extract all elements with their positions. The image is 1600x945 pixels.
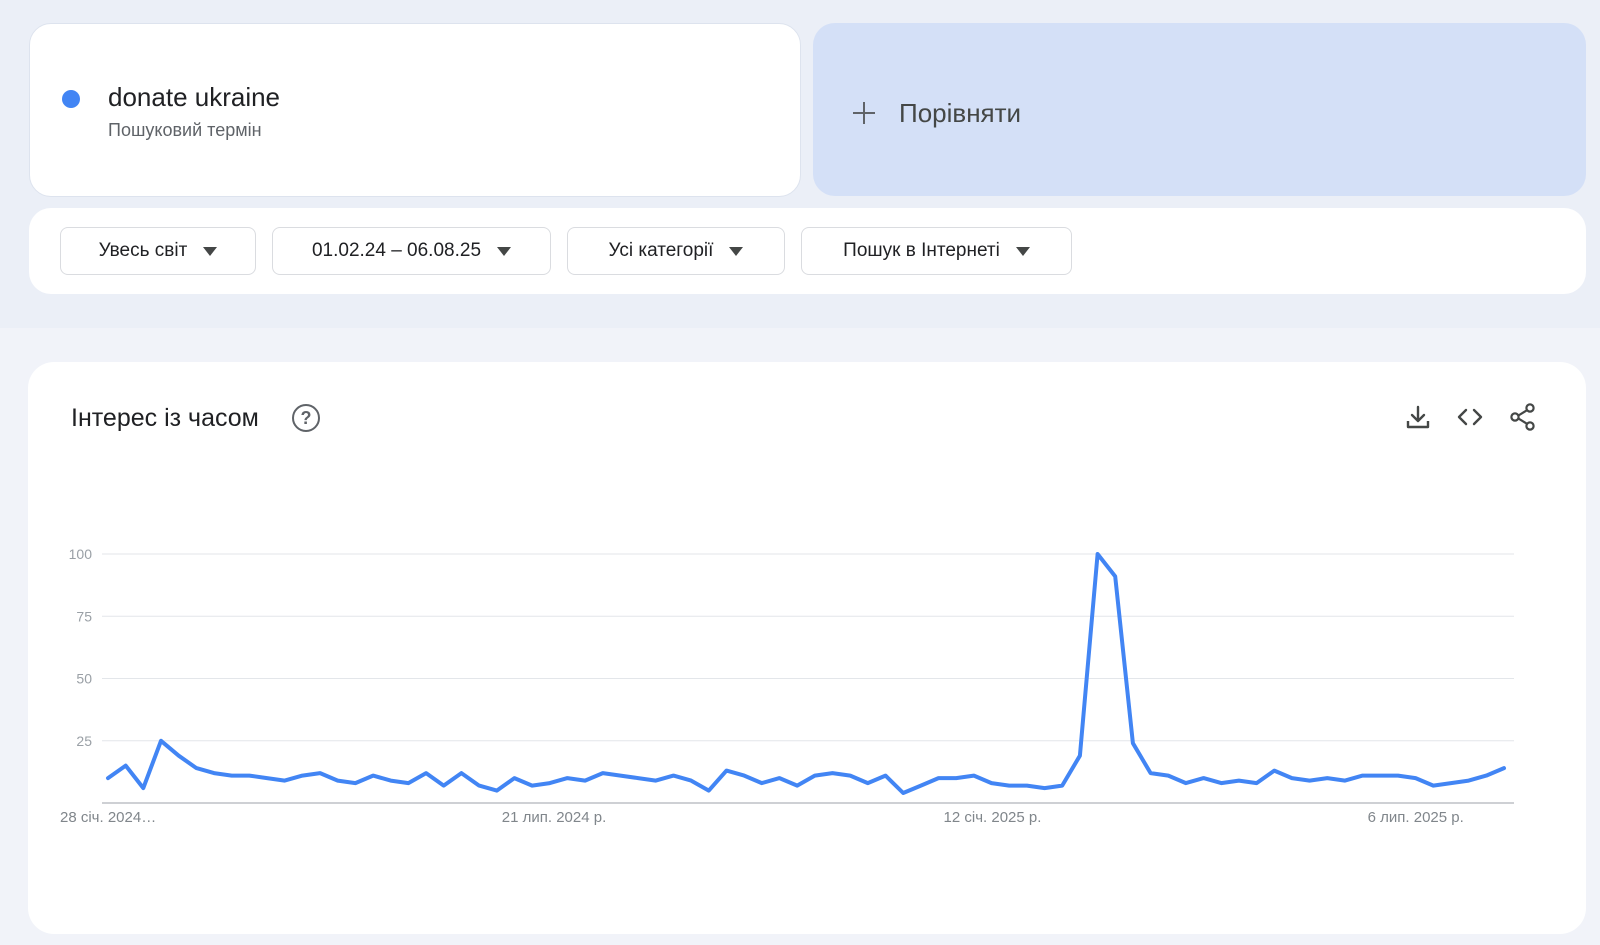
category-filter[interactable]: Усі категорії bbox=[567, 227, 785, 275]
search-term-card[interactable]: donate ukraine Пошуковий термін bbox=[29, 23, 801, 197]
search-type-filter[interactable]: Пошук в Інтернеті bbox=[801, 227, 1072, 275]
y-tick-label: 75 bbox=[76, 608, 92, 624]
interest-over-time-panel: Інтерес із часом ? 100 75 50 25 28 січ. 202… bbox=[28, 362, 1586, 934]
category-filter-label: Усі категорії bbox=[608, 240, 714, 261]
y-tick-label: 25 bbox=[76, 733, 92, 749]
y-tick-label: 100 bbox=[69, 546, 93, 562]
region-filter[interactable]: Увесь світ bbox=[60, 227, 256, 275]
compare-button[interactable]: Порівняти bbox=[851, 93, 1021, 133]
compare-card[interactable]: Порівняти bbox=[813, 23, 1586, 196]
series-color-dot bbox=[62, 90, 80, 108]
x-tick-label: 12 січ. 2025 р. bbox=[944, 809, 1042, 826]
plus-icon bbox=[851, 100, 877, 126]
filters-bar: Увесь світ 01.02.24 – 06.08.25 Усі катег… bbox=[29, 208, 1586, 294]
caret-down-icon bbox=[497, 246, 512, 256]
date-range-filter[interactable]: 01.02.24 – 06.08.25 bbox=[272, 227, 551, 275]
x-tick-label: 6 лип. 2025 р. bbox=[1368, 809, 1464, 826]
compare-label: Порівняти bbox=[899, 97, 1022, 128]
search-term-type: Пошуковий термін bbox=[108, 120, 262, 140]
line-chart[interactable]: 100 75 50 25 28 січ. 2024… 21 лип. 2024 р. 12… bbox=[28, 362, 1586, 934]
y-tick-label: 50 bbox=[76, 671, 92, 687]
caret-down-icon bbox=[203, 246, 218, 256]
x-tick-label: 21 лип. 2024 р. bbox=[502, 809, 607, 826]
caret-down-icon bbox=[1015, 246, 1030, 256]
series-line-donate-ukraine[interactable] bbox=[106, 552, 1506, 795]
x-tick-label: 28 січ. 2024… bbox=[60, 809, 156, 826]
search-type-filter-label: Пошук в Інтернеті bbox=[843, 240, 1000, 261]
caret-down-icon bbox=[729, 246, 744, 256]
date-range-filter-label: 01.02.24 – 06.08.25 bbox=[311, 240, 482, 261]
search-term-name[interactable]: donate ukraine bbox=[108, 82, 280, 113]
region-filter-label: Увесь світ bbox=[98, 240, 188, 261]
